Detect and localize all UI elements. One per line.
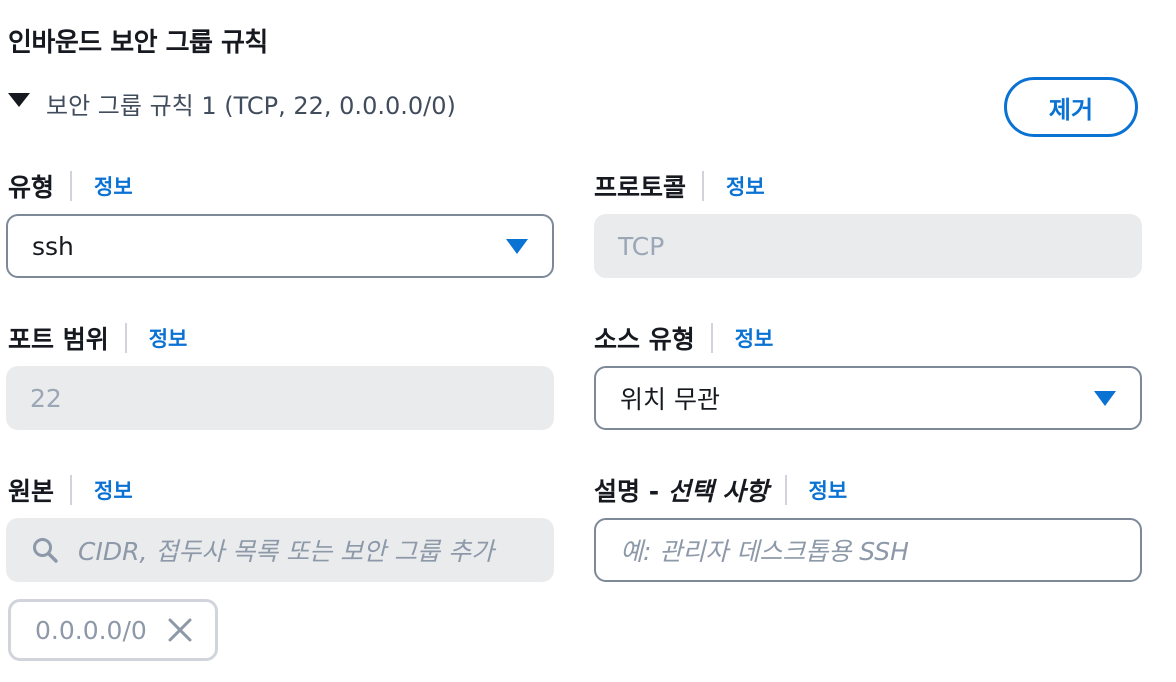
source-label: 원본 (8, 477, 55, 506)
port-range-value: 22 (30, 383, 62, 413)
protocol-label: 프로토콜 (594, 173, 687, 202)
source-placeholder: CIDR, 접두사 목록 또는 보안 그룹 추가 (78, 537, 495, 566)
protocol-value: TCP (618, 231, 665, 261)
type-info-link[interactable]: 정보 (94, 171, 133, 201)
type-label-row: 유형 정보 (8, 168, 133, 204)
protocol-label-row: 프로토콜 정보 (594, 168, 765, 204)
protocol-field: TCP (594, 214, 1142, 278)
triangle-down-icon (506, 238, 528, 254)
source-type-select-value: 위치 무관 (620, 385, 720, 414)
label-divider (124, 323, 127, 353)
port-range-label: 포트 범위 (8, 325, 109, 354)
source-type-label: 소스 유형 (594, 325, 695, 354)
remove-rule-button[interactable]: 제거 (1004, 77, 1138, 137)
search-icon (33, 538, 58, 563)
source-search-input[interactable]: CIDR, 접두사 목록 또는 보안 그룹 추가 (6, 518, 554, 582)
source-type-label-row: 소스 유형 정보 (594, 320, 773, 356)
description-label: 설명 - 선택 사항 (594, 472, 769, 508)
rule-title: 보안 그룹 규칙 1 (TCP, 22, 0.0.0.0/0) (46, 92, 456, 120)
source-type-select[interactable]: 위치 무관 (594, 366, 1142, 430)
label-divider (702, 171, 705, 201)
port-range-field: 22 (6, 366, 554, 430)
description-optional-label: 선택 사항 (667, 477, 769, 506)
source-type-info-link[interactable]: 정보 (735, 323, 774, 353)
section-title: 인바운드 보안 그룹 규칙 (8, 28, 268, 58)
description-label-text: 설명 (594, 477, 641, 506)
label-divider (70, 171, 73, 201)
label-divider (710, 323, 713, 353)
type-label: 유형 (8, 173, 55, 202)
port-range-info-link[interactable]: 정보 (149, 323, 188, 353)
type-select-value: ssh (32, 231, 74, 261)
description-label-separator: - (640, 477, 668, 506)
caret-down-icon (8, 92, 30, 107)
description-input[interactable]: 예: 관리자 데스크톱용 SSH (594, 518, 1142, 582)
description-placeholder: 예: 관리자 데스크톱용 SSH (620, 537, 909, 566)
source-info-link[interactable]: 정보 (94, 475, 133, 505)
type-select[interactable]: ssh (6, 214, 554, 278)
protocol-info-link[interactable]: 정보 (726, 171, 765, 201)
label-divider (70, 475, 73, 505)
rule-expand-toggle[interactable]: 보안 그룹 규칙 1 (TCP, 22, 0.0.0.0/0) (8, 86, 456, 121)
description-info-link[interactable]: 정보 (809, 475, 848, 505)
source-token-label: 0.0.0.0/0 (35, 615, 147, 645)
close-icon[interactable] (167, 617, 193, 643)
source-token: 0.0.0.0/0 (8, 599, 218, 661)
label-divider (784, 475, 787, 505)
description-label-row: 설명 - 선택 사항 정보 (594, 472, 847, 508)
port-range-label-row: 포트 범위 정보 (8, 320, 187, 356)
source-label-row: 원본 정보 (8, 472, 133, 508)
triangle-down-icon (1094, 390, 1116, 406)
